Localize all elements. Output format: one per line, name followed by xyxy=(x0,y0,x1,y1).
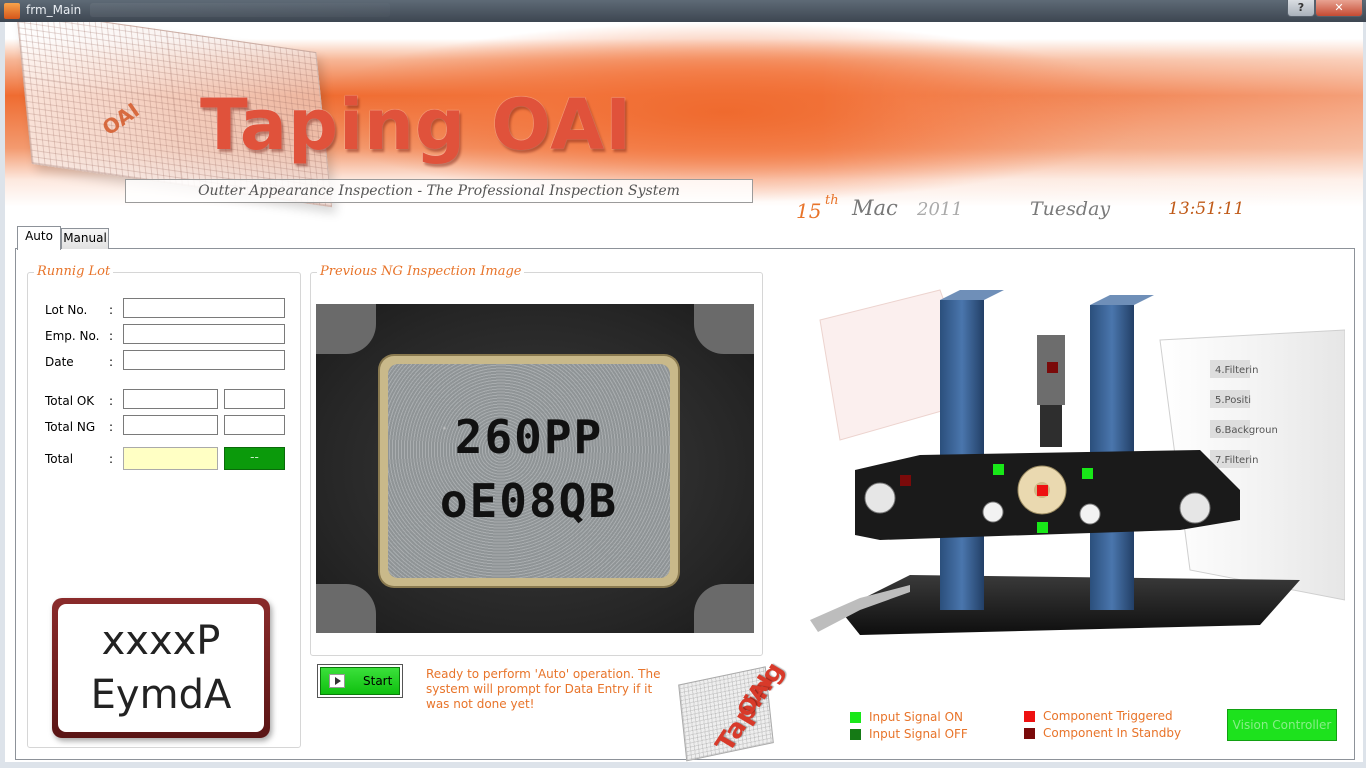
ng-inspection-image: 260PP oE08QB xyxy=(316,304,754,633)
header-banner: OAI Taping OAI Outter Appearance Inspect… xyxy=(5,22,1363,232)
tab-manual[interactable]: Manual xyxy=(61,228,109,249)
status-message: Ready to perform 'Auto' operation. The s… xyxy=(426,667,661,711)
window-title: frm_Main xyxy=(26,3,82,17)
top-left-on-indicator xyxy=(993,464,1004,475)
total-ok-field[interactable] xyxy=(123,389,218,409)
colon: : xyxy=(109,452,114,466)
lot-no-label: Lot No. xyxy=(45,303,88,317)
total-ok-label: Total OK xyxy=(45,394,95,408)
total-ng-extra-field[interactable] xyxy=(224,415,285,435)
ng-image-title: Previous NG Inspection Image xyxy=(317,264,525,279)
tab-auto[interactable]: Auto xyxy=(17,226,61,250)
screen-text-1: 4.Filterin xyxy=(1215,365,1258,376)
total-ok-extra-field[interactable] xyxy=(224,389,285,409)
clock-time: 13:51:11 xyxy=(1168,199,1245,219)
product-logo-card: xxxxP EymdA xyxy=(52,598,270,738)
legend-input-off-label: Input Signal OFF xyxy=(869,727,968,741)
top-right-on-indicator xyxy=(1082,468,1093,479)
window-frame-bottom xyxy=(0,762,1366,768)
emp-no-field[interactable] xyxy=(123,324,285,344)
emp-no-label: Emp. No. xyxy=(45,329,100,343)
start-button[interactable]: Start xyxy=(317,664,403,698)
date-label: Date xyxy=(45,355,74,369)
title-bar: frm_Main ? ✕ xyxy=(0,0,1366,22)
help-button[interactable]: ? xyxy=(1287,0,1315,17)
legend-standby-label: Component In Standby xyxy=(1043,726,1182,740)
chip-marking-line-2: oE08QB xyxy=(439,474,619,528)
app-icon xyxy=(4,3,20,19)
date-field[interactable] xyxy=(123,350,285,370)
date-month: Mac xyxy=(852,196,898,220)
machine-illustration: 4.Filterin 5.Positi 6.Backgroun 7.Filter… xyxy=(810,289,1345,635)
legend-triggered-swatch xyxy=(1024,711,1035,722)
logo-line-1: xxxxP xyxy=(101,618,221,664)
component-chip: 260PP oE08QB xyxy=(380,356,678,586)
screen-text-4: 7.Filterin xyxy=(1215,455,1258,466)
legend-standby-swatch xyxy=(1024,728,1035,739)
total-field[interactable] xyxy=(123,447,218,470)
legend-triggered-label: Component Triggered xyxy=(1043,709,1173,723)
logo-line-2: EymdA xyxy=(90,672,232,718)
subtitle-box: Outter Appearance Inspection - The Profe… xyxy=(125,179,753,203)
colon: : xyxy=(109,394,114,408)
running-lot-title: Runnig Lot xyxy=(34,264,114,279)
play-icon xyxy=(329,674,345,688)
app-title: Taping OAI xyxy=(200,84,633,166)
center-triggered-indicator xyxy=(1037,485,1048,496)
screen-text-2: 5.Positi xyxy=(1215,395,1251,406)
lot-no-field[interactable] xyxy=(123,298,285,318)
legend-input-on-swatch xyxy=(850,712,861,723)
taping-oai-small-logo: Taping OAI xyxy=(672,657,796,762)
date-weekday: Tuesday xyxy=(1030,198,1111,220)
chip-marking-line-1: 260PP xyxy=(454,410,604,464)
start-button-label: Start xyxy=(363,674,393,688)
date-suffix: th xyxy=(825,193,839,208)
total-label: Total xyxy=(45,452,74,466)
date-year: 2011 xyxy=(917,199,963,220)
legend-input-off-swatch xyxy=(850,729,861,740)
colon: : xyxy=(109,420,114,434)
title-ghost-text xyxy=(90,3,390,17)
colon: : xyxy=(109,303,114,317)
app-subtitle: Outter Appearance Inspection - The Profe… xyxy=(198,183,680,199)
date-day: 15 xyxy=(796,199,822,223)
bottom-on-indicator xyxy=(1037,522,1048,533)
left-standby-indicator xyxy=(900,475,911,486)
colon: : xyxy=(109,355,114,369)
camera-standby-indicator xyxy=(1047,362,1058,373)
total-ng-field[interactable] xyxy=(123,415,218,435)
screen-text-3: 6.Backgroun xyxy=(1215,425,1278,436)
total-ng-label: Total NG xyxy=(45,420,96,434)
total-status-indicator: -- xyxy=(224,447,285,470)
vision-controller-button[interactable]: Vision Controller xyxy=(1227,709,1337,741)
legend-input-on-label: Input Signal ON xyxy=(869,710,963,724)
colon: : xyxy=(109,329,114,343)
close-button[interactable]: ✕ xyxy=(1315,0,1363,17)
